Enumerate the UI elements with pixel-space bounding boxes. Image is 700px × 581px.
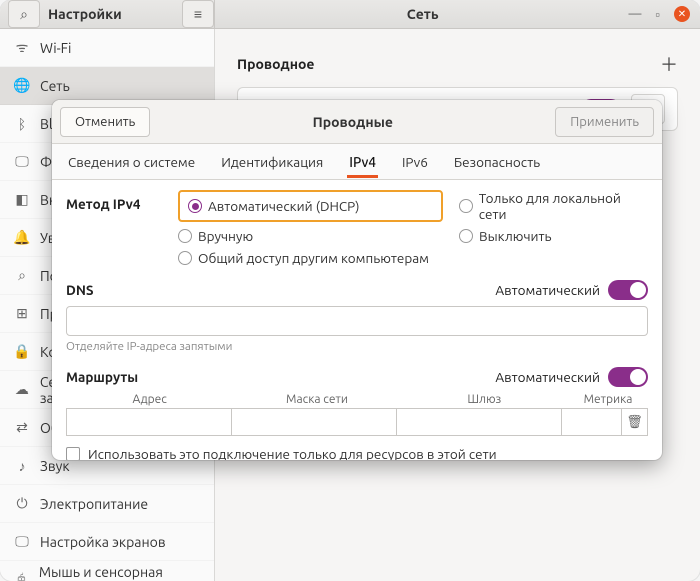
routes-auto-toggle[interactable] xyxy=(608,367,648,387)
settings-title: Настройки xyxy=(48,6,174,22)
dns-input[interactable] xyxy=(66,306,648,336)
dialog-title: Проводные xyxy=(150,114,555,130)
desktop-icon: 🖵 xyxy=(14,153,30,170)
routes-label: Маршруты xyxy=(66,369,138,385)
tab-ipv6[interactable]: IPv6 xyxy=(400,146,430,178)
mouse-icon: 🖰 xyxy=(14,571,29,581)
sidebar-item-label: Сеть xyxy=(40,78,70,94)
apps-icon: ⊞ xyxy=(14,305,30,322)
dialog-tabs: Сведения о системе Идентификация IPv4 IP… xyxy=(52,144,662,180)
route-row: 🗑 xyxy=(66,408,648,436)
sidebar-item-label: Wi-Fi xyxy=(40,40,71,56)
route-netmask-input[interactable] xyxy=(232,408,397,436)
routes-auto-label: Автоматический xyxy=(495,369,600,385)
connection-dialog: Отменить Проводные Применить Сведения о … xyxy=(52,100,662,460)
tab-ipv4[interactable]: IPv4 xyxy=(347,146,378,178)
apply-button[interactable]: Применить xyxy=(555,107,654,137)
close-icon: ✕ xyxy=(678,8,686,20)
ipv4-method-label: Метод IPv4 xyxy=(66,190,162,266)
only-resources-label: Использовать это подключение только для … xyxy=(88,446,497,460)
cancel-button[interactable]: Отменить xyxy=(60,107,150,137)
radio-dot-icon xyxy=(178,251,192,265)
tab-identity[interactable]: Идентификация xyxy=(219,146,325,178)
sidebar-item-power[interactable]: ⏻ Электропитание xyxy=(0,485,214,523)
hamburger-button[interactable]: ≡ xyxy=(182,0,214,28)
sidebar-item-mouse[interactable]: 🖰 Мышь и сенсорная панель xyxy=(0,561,214,581)
power-icon: ⏻ xyxy=(14,495,30,512)
sidebar-item-displays[interactable]: 🖵 Настройка экранов xyxy=(0,523,214,561)
col-address: Адрес xyxy=(66,393,233,406)
radio-disable[interactable]: Выключить xyxy=(459,228,648,244)
col-netmask: Маска сети xyxy=(233,393,400,406)
bell-icon: 🔔 xyxy=(14,229,30,246)
menu-icon: ≡ xyxy=(194,6,202,22)
maximize-button[interactable]: ▫ xyxy=(655,7,660,22)
route-delete-button[interactable]: 🗑 xyxy=(622,408,648,436)
dns-label: DNS xyxy=(66,282,94,298)
wifi-icon: ᯤ xyxy=(14,38,30,57)
radio-dot-icon xyxy=(459,229,473,243)
dialog-content: Метод IPv4 Автоматический (DHCP) Только … xyxy=(52,180,662,460)
col-gateway: Шлюз xyxy=(401,393,568,406)
close-button[interactable]: ✕ xyxy=(674,6,690,22)
share-icon: ⇄ xyxy=(14,419,30,436)
page-title: Сеть xyxy=(225,6,620,22)
search-icon: ⌕ xyxy=(14,267,30,284)
radio-link-local[interactable]: Только для локальной сети xyxy=(459,190,648,222)
titlebar: ⌕ Настройки ≡ Сеть — ▫ ✕ xyxy=(0,0,700,29)
bluetooth-icon: ᛒ xyxy=(14,116,30,132)
radio-dot-icon xyxy=(459,199,473,213)
dns-auto-label: Автоматический xyxy=(495,282,600,298)
route-metric-input[interactable] xyxy=(562,408,622,436)
route-address-input[interactable] xyxy=(66,408,232,436)
routes-header: Адрес Маска сети Шлюз Метрика xyxy=(66,393,648,406)
radio-manual[interactable]: Вручную xyxy=(178,228,443,244)
search-button[interactable]: ⌕ xyxy=(8,0,40,28)
radio-auto-dhcp[interactable]: Автоматический (DHCP) xyxy=(178,190,443,222)
dns-hint: Отделяйте IP-адреса запятыми xyxy=(66,340,648,353)
tab-security[interactable]: Безопасность xyxy=(452,146,542,178)
cloud-icon: ☁ xyxy=(14,381,30,398)
dialog-titlebar: Отменить Проводные Применить xyxy=(52,100,662,144)
dns-auto-toggle[interactable] xyxy=(608,280,648,300)
sidebar-item-label: Электропитание xyxy=(40,496,148,512)
sound-icon: ♪ xyxy=(14,458,30,474)
col-metric: Метрика xyxy=(568,393,648,406)
display-icon: 🖵 xyxy=(14,533,30,550)
tab-details[interactable]: Сведения о системе xyxy=(66,146,197,178)
only-resources-checkbox[interactable] xyxy=(66,447,80,460)
sidebar-item-label: Мышь и сенсорная панель xyxy=(39,564,200,581)
lock-icon: 🔒 xyxy=(14,343,30,360)
radio-shared[interactable]: Общий доступ другим компьютерам xyxy=(178,250,648,266)
globe-icon: 🌐 xyxy=(14,77,30,94)
trash-icon: 🗑 xyxy=(626,415,643,430)
appearance-icon: ◧ xyxy=(14,191,30,208)
radio-dot-icon xyxy=(178,229,192,243)
minimize-button[interactable]: — xyxy=(628,7,641,21)
sidebar-item-wifi[interactable]: ᯤ Wi-Fi xyxy=(0,29,214,67)
radio-dot-icon xyxy=(188,199,202,213)
sidebar-item-label: Настройка экранов xyxy=(40,534,166,550)
add-connection-button[interactable]: ＋ xyxy=(660,51,678,77)
route-gateway-input[interactable] xyxy=(397,408,562,436)
wired-heading: Проводное xyxy=(237,56,314,72)
search-icon: ⌕ xyxy=(20,6,28,23)
